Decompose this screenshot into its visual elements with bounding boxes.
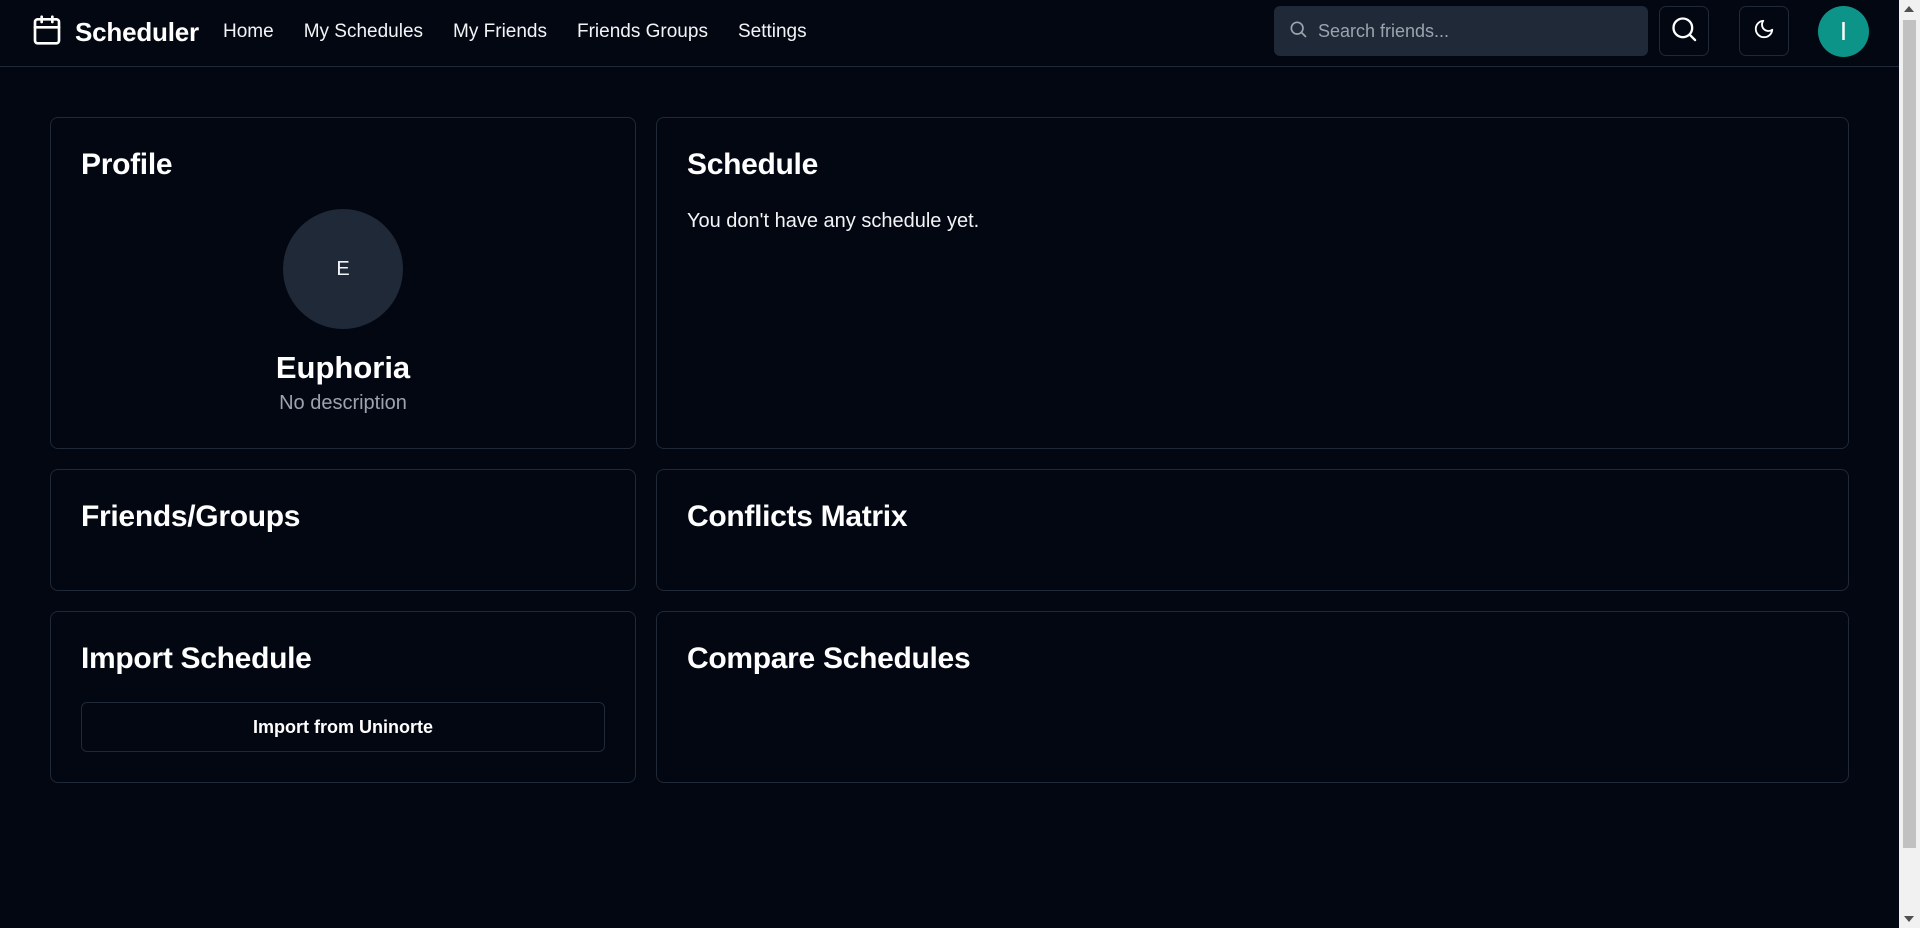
app-viewport: Scheduler Home My Schedules My Friends F… bbox=[0, 0, 1920, 928]
schedule-empty-message: You don't have any schedule yet. bbox=[687, 210, 980, 232]
import-schedule-card: Import Schedule Import from Uninorte bbox=[50, 611, 636, 783]
friends-groups-card: Friends/Groups bbox=[50, 469, 636, 591]
search-icon bbox=[1670, 15, 1698, 48]
main-nav: Home My Schedules My Friends Friends Gro… bbox=[223, 20, 807, 44]
theme-toggle-button[interactable] bbox=[1739, 6, 1789, 56]
nav-link-settings[interactable]: Settings bbox=[738, 21, 807, 43]
compare-schedules-title: Compare Schedules bbox=[687, 642, 971, 675]
nav-link-my-schedules[interactable]: My Schedules bbox=[304, 21, 423, 43]
page-scrollbar[interactable] bbox=[1899, 0, 1920, 928]
scroll-up-arrow-icon[interactable] bbox=[1904, 6, 1914, 12]
search-box bbox=[1274, 6, 1648, 56]
schedule-title: Schedule bbox=[687, 148, 818, 181]
scrollbar-thumb[interactable] bbox=[1903, 20, 1916, 848]
search-button[interactable] bbox=[1659, 6, 1709, 56]
profile-title: Profile bbox=[81, 148, 173, 181]
top-navbar: Scheduler Home My Schedules My Friends F… bbox=[0, 0, 1899, 67]
import-from-uninorte-button[interactable]: Import from Uninorte bbox=[81, 702, 605, 752]
search-friends-input[interactable] bbox=[1318, 20, 1628, 42]
conflicts-matrix-title: Conflicts Matrix bbox=[687, 500, 908, 533]
nav-link-home[interactable]: Home bbox=[223, 21, 274, 43]
profile-name: Euphoria bbox=[275, 350, 411, 385]
search-icon bbox=[1288, 19, 1308, 44]
brand-name: Scheduler bbox=[75, 16, 199, 47]
profile-avatar: E bbox=[283, 209, 403, 329]
friends-groups-title: Friends/Groups bbox=[81, 500, 301, 533]
moon-icon bbox=[1753, 18, 1775, 45]
profile-description: No description bbox=[279, 392, 407, 414]
calendar-icon bbox=[31, 13, 63, 52]
import-schedule-title: Import Schedule bbox=[81, 642, 312, 675]
user-avatar-button[interactable]: I bbox=[1818, 6, 1869, 57]
nav-link-my-friends[interactable]: My Friends bbox=[453, 21, 547, 43]
compare-schedules-card: Compare Schedules bbox=[656, 611, 1849, 783]
schedule-card: Schedule You don't have any schedule yet… bbox=[656, 117, 1849, 449]
nav-link-friends-groups[interactable]: Friends Groups bbox=[577, 21, 708, 43]
profile-card: Profile E Euphoria No description bbox=[50, 117, 636, 449]
brand-logo-link[interactable]: Scheduler bbox=[31, 14, 199, 50]
conflicts-matrix-card: Conflicts Matrix bbox=[656, 469, 1849, 591]
scroll-down-arrow-icon[interactable] bbox=[1904, 916, 1914, 922]
